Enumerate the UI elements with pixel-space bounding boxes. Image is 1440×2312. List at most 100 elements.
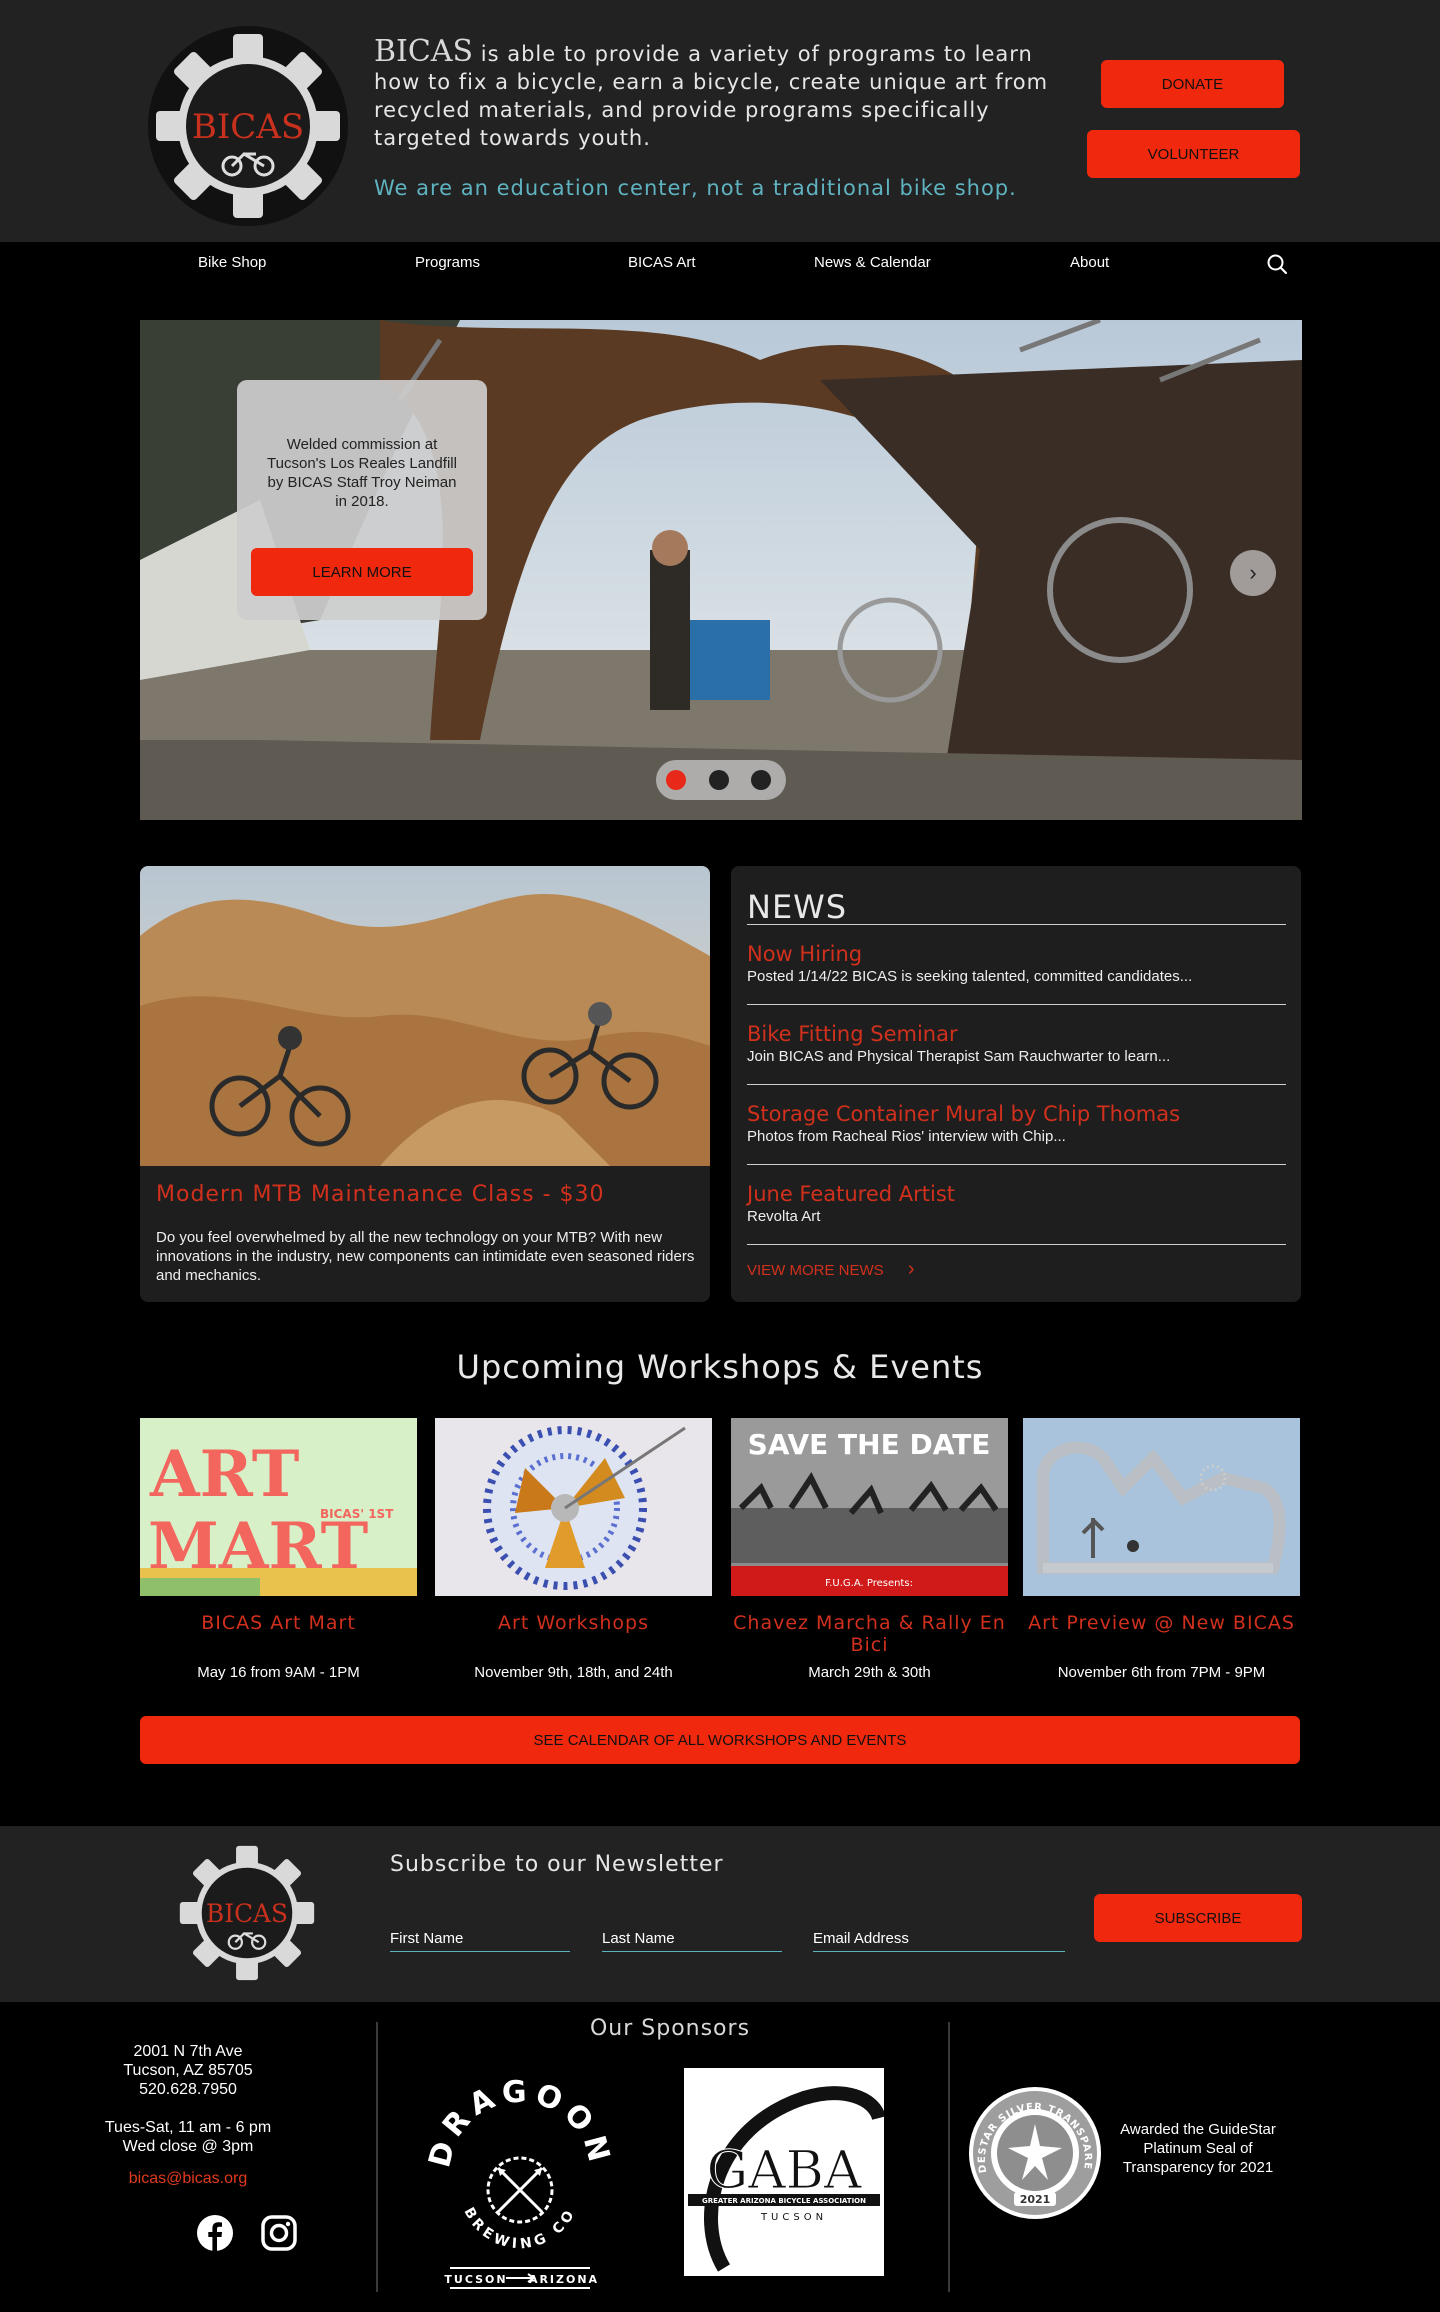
- news-item-snippet: Photos from Racheal Rios' interview with…: [747, 1128, 1066, 1145]
- event-card[interactable]: SAVE THE DATE F.U.G.A. Presents: Chavez …: [731, 1418, 1008, 1688]
- event-date: March 29th & 30th: [808, 1664, 931, 1681]
- intro-brand: BICAS: [374, 34, 474, 69]
- facebook-icon[interactable]: [196, 2214, 234, 2252]
- event-date: November 6th from 7PM - 9PM: [1057, 1664, 1266, 1681]
- first-name-field[interactable]: First Name: [390, 1922, 570, 1952]
- learn-more-button[interactable]: LEARN MORE: [251, 548, 473, 596]
- view-more-news-link[interactable]: VIEW MORE NEWS ›: [747, 1258, 915, 1281]
- see-calendar-button[interactable]: SEE CALENDAR OF ALL WORKSHOPS AND EVENTS: [140, 1716, 1300, 1764]
- event-card[interactable]: ART MART BICAS' 1ST BICAS Art Mart May 1…: [140, 1418, 417, 1688]
- gaba-sub: GREATER ARIZONA BICYCLE ASSOCIATION: [702, 2197, 866, 2205]
- svg-text:DRAGOON: DRAGOON: [422, 2075, 617, 2171]
- logo-brand-text: BICAS: [206, 1899, 288, 1928]
- event-card[interactable]: Art Workshops November 9th, 18th, and 24…: [435, 1418, 712, 1688]
- logo-brand-text: BICAS: [192, 107, 304, 147]
- phone-number[interactable]: 520.628.7950: [0, 2080, 376, 2099]
- news-divider: [747, 1164, 1286, 1165]
- hero-slider[interactable]: Welded commission at Tucson's Los Reales…: [140, 320, 1302, 820]
- news-divider: [747, 1244, 1286, 1245]
- tagline: We are an education center, not a tradit…: [374, 176, 1017, 200]
- address-line-1: 2001 N 7th Ave: [133, 2043, 243, 2060]
- main-nav: Bike Shop Programs BICAS Art News & Cale…: [0, 242, 1440, 284]
- event-title[interactable]: Chavez Marcha & Rally En Bici: [731, 1612, 1008, 1656]
- newsletter-section: BICAS Subscribe to our Newsletter First …: [0, 1826, 1440, 2002]
- news-divider: [747, 1084, 1286, 1085]
- nav-bike-shop[interactable]: Bike Shop: [198, 254, 266, 271]
- intro-body: is able to provide a variety of programs…: [374, 42, 1049, 150]
- nav-about[interactable]: About: [1070, 254, 1109, 271]
- news-divider: [747, 1004, 1286, 1005]
- event-date: May 16 from 9AM - 1PM: [197, 1664, 360, 1681]
- gaba-logo[interactable]: GABA GREATER ARIZONA BICYCLE ASSOCIATION…: [684, 2068, 884, 2276]
- dragoon-sub: BREWING CO: [461, 2205, 576, 2253]
- guidestar-seal[interactable]: GUIDESTAR SILVER TRANSPARENCY 2021: [968, 2086, 1102, 2220]
- news-divider: [747, 924, 1286, 925]
- last-name-field[interactable]: Last Name: [602, 1922, 782, 1952]
- view-more-label: VIEW MORE NEWS: [747, 1262, 884, 1279]
- intro-text: BICAS is able to provide a variety of pr…: [374, 37, 1054, 152]
- save-the-date-text: SAVE THE DATE: [748, 1428, 991, 1461]
- event-title[interactable]: Art Preview @ New BICAS: [1023, 1612, 1300, 1634]
- dragoon-state: ARIZONA: [529, 2273, 599, 2286]
- seal-year: 2021: [1020, 2193, 1051, 2206]
- event-image: [1023, 1418, 1300, 1596]
- search-icon[interactable]: [1266, 253, 1288, 275]
- event-date: November 9th, 18th, and 24th: [474, 1664, 673, 1681]
- news-item-title[interactable]: June Featured Artist: [747, 1182, 955, 1206]
- chevron-right-icon: ›: [1249, 560, 1257, 585]
- hero-caption: Welded commission at Tucson's Los Reales…: [267, 436, 457, 510]
- feature-title[interactable]: Modern MTB Maintenance Class - $30: [156, 1182, 605, 1207]
- events-heading: Upcoming Workshops & Events: [456, 1348, 984, 1386]
- instagram-icon[interactable]: [260, 2214, 298, 2252]
- address-line-2: Tucson, AZ 85705: [123, 2062, 253, 2079]
- slide-dot-3[interactable]: [751, 770, 771, 790]
- subscribe-button[interactable]: SUBSCRIBE: [1094, 1894, 1302, 1942]
- next-slide-button[interactable]: ›: [1230, 550, 1276, 596]
- nav-bicas-art[interactable]: BICAS Art: [628, 254, 696, 271]
- dragoon-city: TUCSON: [444, 2273, 507, 2286]
- footer-divider: [948, 2022, 950, 2292]
- news-item-snippet: Posted 1/14/22 BICAS is seeking talented…: [747, 968, 1193, 985]
- hours-line-2: Wed close @ 3pm: [122, 2138, 254, 2155]
- nav-programs[interactable]: Programs: [415, 254, 480, 271]
- newsletter-heading: Subscribe to our Newsletter: [390, 1852, 724, 1877]
- hero-caption-card: Welded commission at Tucson's Los Reales…: [237, 380, 487, 620]
- feature-image: [140, 866, 710, 1166]
- news-item-title[interactable]: Now Hiring: [747, 942, 862, 966]
- feature-description: Do you feel overwhelmed by all the new t…: [156, 1229, 695, 1284]
- gaba-name: GABA: [707, 2141, 863, 2201]
- slide-indicators: [656, 760, 786, 800]
- gaba-city: TUCSON: [760, 2212, 827, 2223]
- footer-divider: [376, 2022, 378, 2292]
- event-image: ART MART BICAS' 1ST: [140, 1418, 417, 1596]
- news-item-title[interactable]: Bike Fitting Seminar: [747, 1022, 958, 1046]
- event-image: SAVE THE DATE F.U.G.A. Presents:: [731, 1418, 1008, 1596]
- news-item-title[interactable]: Storage Container Mural by Chip Thomas: [747, 1102, 1180, 1126]
- email-field[interactable]: Email Address: [813, 1922, 1065, 1952]
- dragoon-brewing-logo[interactable]: DRAGOON BREWING CO TUCSON ARIZONA: [420, 2062, 620, 2302]
- event-title[interactable]: Art Workshops: [435, 1612, 712, 1634]
- bicas-logo[interactable]: BICAS: [174, 1840, 320, 1986]
- site-footer: 2001 N 7th Ave Tucson, AZ 85705 520.628.…: [0, 2002, 1440, 2312]
- donate-button[interactable]: DONATE: [1101, 60, 1284, 108]
- site-header: BICAS BICAS is able to provide a variety…: [0, 0, 1440, 242]
- event-title[interactable]: BICAS Art Mart: [140, 1612, 417, 1634]
- event-image: [435, 1418, 712, 1596]
- news-item-snippet: Revolta Art: [747, 1208, 821, 1225]
- slide-dot-2[interactable]: [709, 770, 729, 790]
- news-heading: NEWS: [747, 888, 848, 926]
- email-link[interactable]: bicas@bicas.org: [0, 2170, 376, 2188]
- art-mart-tag: BICAS' 1ST: [320, 1507, 394, 1521]
- event-card[interactable]: Art Preview @ New BICAS November 6th fro…: [1023, 1418, 1300, 1688]
- bicas-logo[interactable]: BICAS: [148, 26, 348, 226]
- nav-news-calendar[interactable]: News & Calendar: [814, 254, 931, 271]
- news-item-snippet: Join BICAS and Physical Therapist Sam Ra…: [747, 1048, 1171, 1065]
- art-mart-text-art: ART: [149, 1437, 299, 1512]
- featured-class-card[interactable]: Modern MTB Maintenance Class - $30 Do yo…: [140, 866, 710, 1302]
- dragoon-name: DRAGOON: [422, 2075, 611, 2171]
- hours-line-1: Tues-Sat, 11 am - 6 pm: [104, 2119, 272, 2136]
- slide-dot-1[interactable]: [666, 770, 686, 790]
- chevron-right-icon: ›: [907, 1258, 915, 1280]
- volunteer-button[interactable]: VOLUNTEER: [1087, 130, 1300, 178]
